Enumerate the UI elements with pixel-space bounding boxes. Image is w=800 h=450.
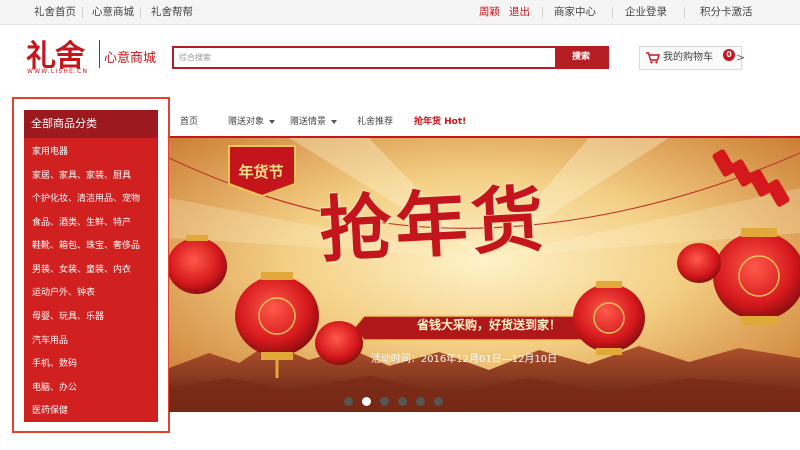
search-button[interactable]: 搜索 bbox=[555, 48, 607, 67]
cart-label: 我的购物车 bbox=[663, 52, 713, 63]
category-item[interactable]: 医药保健 bbox=[32, 404, 68, 418]
topbar-link-merchant-center[interactable]: 商家中心 bbox=[554, 0, 596, 25]
carousel-indicators bbox=[344, 397, 454, 407]
mall-name: 心意商城 bbox=[104, 51, 157, 66]
user-name-link[interactable]: 周颖 bbox=[479, 0, 500, 25]
topbar-link-mall[interactable]: 心意商城 bbox=[92, 0, 134, 25]
carousel-dot[interactable] bbox=[416, 397, 425, 406]
carousel-dot[interactable] bbox=[398, 397, 407, 406]
banner-headline: 抢年货 bbox=[317, 175, 550, 273]
carousel-dot[interactable] bbox=[344, 397, 353, 406]
caret-down-icon bbox=[331, 119, 338, 124]
carousel-dot-active[interactable] bbox=[362, 397, 371, 406]
nav-gift-occasion-label: 赠送情景 bbox=[290, 117, 327, 127]
nav-home[interactable]: 首页 bbox=[180, 113, 198, 131]
cart-count-badge: 0 bbox=[723, 49, 735, 61]
banner-badge: 年货节 bbox=[238, 163, 284, 181]
category-item[interactable]: 电脑、办公 bbox=[32, 381, 77, 395]
category-item[interactable]: 手机、数码 bbox=[32, 357, 77, 371]
category-menu-heading[interactable]: 全部商品分类 bbox=[24, 110, 158, 138]
nav-recommend[interactable]: 礼舍推荐 bbox=[357, 113, 393, 131]
shopping-cart-icon bbox=[646, 52, 660, 64]
category-item[interactable]: 鞋靴、箱包、珠宝、奢侈品 bbox=[32, 239, 140, 253]
search-bar: 搜索 bbox=[172, 46, 609, 69]
topbar-divider bbox=[612, 7, 613, 18]
carousel-dot[interactable] bbox=[434, 397, 443, 406]
category-item[interactable]: 食品、酒类、生鲜、特产 bbox=[32, 216, 131, 230]
topbar-divider bbox=[542, 7, 543, 18]
caret-down-icon bbox=[269, 119, 276, 124]
logo-divider bbox=[99, 40, 100, 68]
chevron-right-icon: > bbox=[736, 51, 746, 64]
nav-gift-recipient[interactable]: 赠送对象 bbox=[228, 113, 276, 131]
top-utility-bar: 礼舍首页 心意商城 礼舍帮帮 周颖 退出 商家中心 企业登录 积分卡激活 bbox=[0, 0, 800, 25]
topbar-link-enterprise-login[interactable]: 企业登录 bbox=[625, 0, 667, 25]
nav-gift-recipient-label: 赠送对象 bbox=[228, 117, 265, 127]
category-menu: 家用电器 家居、家具、家装、厨具 个护化妆、清洁用品、宠物 食品、酒类、生鲜、特… bbox=[24, 138, 158, 422]
topbar-link-card-activation[interactable]: 积分卡激活 bbox=[700, 0, 753, 25]
cart-button[interactable]: 我的购物车 0 > bbox=[639, 46, 746, 70]
category-item[interactable]: 男装、女装、童装、内衣 bbox=[32, 263, 131, 277]
category-item[interactable]: 家用电器 bbox=[32, 145, 68, 159]
logo-url: WWW.LISHE.CN bbox=[27, 68, 89, 75]
site-logo[interactable]: 礼舍 WWW.LISHE.CN bbox=[26, 33, 98, 77]
search-input[interactable] bbox=[174, 48, 556, 67]
category-item[interactable]: 家居、家具、家装、厨具 bbox=[32, 169, 131, 183]
category-item[interactable]: 个护化妆、清洁用品、宠物 bbox=[32, 192, 140, 206]
category-item[interactable]: 母婴、玩具、乐器 bbox=[32, 310, 104, 324]
topbar-divider bbox=[684, 7, 685, 18]
banner-date: 活动时间：2016年12月01日—12月10日 bbox=[370, 354, 558, 365]
logout-link[interactable]: 退出 bbox=[509, 0, 530, 25]
topbar-link-home[interactable]: 礼舍首页 bbox=[34, 0, 76, 25]
topbar-divider bbox=[82, 7, 83, 18]
promo-banner[interactable]: 年货节 抢年货 省钱大采购，好货送到家！ 活动时间：2016年12月01日—12… bbox=[169, 138, 800, 412]
category-item[interactable]: 运动户外、钟表 bbox=[32, 286, 95, 300]
topbar-link-help[interactable]: 礼舍帮帮 bbox=[151, 0, 193, 25]
banner-slogan: 省钱大采购，好货送到家！ bbox=[416, 318, 561, 332]
nav-gift-occasion[interactable]: 赠送情景 bbox=[290, 113, 338, 131]
category-item[interactable]: 汽车用品 bbox=[32, 334, 68, 348]
nav-hot-deals[interactable]: 抢年货 Hot! bbox=[414, 113, 466, 131]
topbar-divider bbox=[140, 7, 141, 18]
carousel-dot[interactable] bbox=[380, 397, 389, 406]
